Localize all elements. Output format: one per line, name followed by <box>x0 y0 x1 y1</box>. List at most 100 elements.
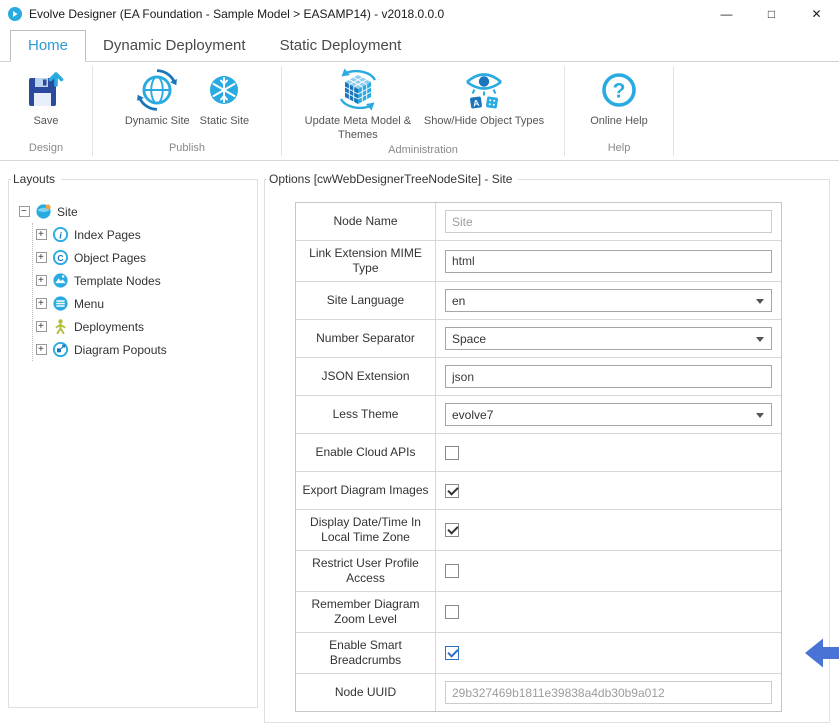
display-datetime-checkbox[interactable] <box>445 523 459 537</box>
export-diagram-images-row: Export Diagram Images <box>296 472 781 510</box>
layouts-panel: Layouts Site i Index Pages <box>8 179 258 708</box>
select-value: Space <box>452 332 486 346</box>
number-separator-label: Number Separator <box>296 320 436 357</box>
tree-item-object-pages[interactable]: C Object Pages <box>36 246 247 269</box>
static-site-button[interactable]: Static Site <box>196 65 254 130</box>
tree-item-site[interactable]: Site <box>19 200 247 223</box>
ribbon-group-help: ? Online Help Help <box>565 62 673 160</box>
svg-text:i: i <box>59 231 62 241</box>
site-children: i Index Pages C Object Pages Tem <box>32 223 247 361</box>
question-icon: ? <box>597 66 641 114</box>
diagram-popouts-icon <box>52 341 69 358</box>
number-separator-select[interactable]: Space <box>445 327 772 350</box>
ribbon-button-label: Online Help <box>590 115 647 129</box>
window-controls: — □ ✕ <box>704 0 839 28</box>
json-extension-label: JSON Extension <box>296 358 436 395</box>
select-value: en <box>452 294 465 308</box>
site-language-select[interactable]: en <box>445 289 772 312</box>
json-extension-input[interactable] <box>445 365 772 388</box>
maximize-button[interactable]: □ <box>749 0 794 28</box>
expand-icon[interactable] <box>36 229 47 240</box>
expand-icon[interactable] <box>36 298 47 309</box>
layouts-tree: Site i Index Pages C Object Pages <box>17 196 249 365</box>
tree-item-diagram-popouts[interactable]: Diagram Popouts <box>36 338 247 361</box>
collapse-icon[interactable] <box>19 206 30 217</box>
show-hide-object-types-button[interactable]: A Show/Hide Object Types <box>420 65 548 130</box>
object-pages-icon: C <box>52 249 69 266</box>
save-icon <box>26 66 66 114</box>
svg-text:?: ? <box>613 80 626 103</box>
ribbon-group-publish: Dynamic Site Static Site <box>93 62 281 160</box>
tree-item-label: Index Pages <box>74 228 141 242</box>
ribbon-button-label: Static Site <box>200 115 250 129</box>
tree-item-label: Object Pages <box>74 251 146 265</box>
tab-dynamic-deployment[interactable]: Dynamic Deployment <box>86 31 263 61</box>
remember-zoom-row: Remember Diagram Zoom Level <box>296 592 781 633</box>
deployments-icon <box>52 318 69 335</box>
index-pages-icon: i <box>52 226 69 243</box>
window-title: Evolve Designer (EA Foundation - Sample … <box>29 7 444 21</box>
remember-zoom-checkbox[interactable] <box>445 605 459 619</box>
node-uuid-input[interactable] <box>445 681 772 704</box>
globe-icon <box>134 66 180 114</box>
svg-text:C: C <box>57 253 63 263</box>
display-datetime-label: Display Date/Time In Local Time Zone <box>296 510 436 550</box>
chevron-down-icon <box>756 299 764 304</box>
json-extension-row: JSON Extension <box>296 358 781 396</box>
restrict-user-profile-checkbox[interactable] <box>445 564 459 578</box>
remember-zoom-label: Remember Diagram Zoom Level <box>296 592 436 632</box>
expand-icon[interactable] <box>36 275 47 286</box>
tree-item-template-nodes[interactable]: Template Nodes <box>36 269 247 292</box>
group-label-help: Help <box>565 142 673 160</box>
enable-cloud-apis-row: Enable Cloud APIs <box>296 434 781 472</box>
smart-breadcrumbs-row: Enable Smart Breadcrumbs <box>296 633 781 674</box>
tab-static-deployment[interactable]: Static Deployment <box>263 31 419 61</box>
mime-type-row: Link Extension MIME Type <box>296 241 781 282</box>
expand-icon[interactable] <box>36 344 47 355</box>
cube-icon <box>334 66 382 114</box>
ribbon-separator <box>673 66 674 156</box>
tree-item-menu[interactable]: Menu <box>36 292 247 315</box>
mime-type-input[interactable] <box>445 250 772 273</box>
annotation-arrow-icon <box>805 638 839 669</box>
ribbon-button-label: Show/Hide Object Types <box>424 115 544 129</box>
options-form: Node Name Link Extension MIME Type Site … <box>295 202 782 712</box>
online-help-button[interactable]: ? Online Help <box>586 65 651 130</box>
update-meta-model-button[interactable]: Update Meta Model & Themes <box>298 65 418 144</box>
tab-home[interactable]: Home <box>10 30 86 62</box>
node-name-input[interactable] <box>445 210 772 233</box>
snowflake-icon <box>202 66 246 114</box>
site-icon <box>35 203 52 220</box>
expand-icon[interactable] <box>36 252 47 263</box>
chevron-down-icon <box>756 337 764 342</box>
tree-item-label: Diagram Popouts <box>74 343 167 357</box>
smart-breadcrumbs-label: Enable Smart Breadcrumbs <box>296 633 436 673</box>
less-theme-select[interactable]: evolve7 <box>445 403 772 426</box>
app-icon <box>7 6 23 22</box>
layouts-panel-title: Layouts <box>11 172 61 186</box>
group-label-design: Design <box>0 142 92 160</box>
site-language-label: Site Language <box>296 282 436 319</box>
less-theme-row: Less Theme evolve7 <box>296 396 781 434</box>
select-value: evolve7 <box>452 408 493 422</box>
tree-item-deployments[interactable]: Deployments <box>36 315 247 338</box>
close-button[interactable]: ✕ <box>794 0 839 28</box>
tree-item-label: Deployments <box>74 320 144 334</box>
export-diagram-images-checkbox[interactable] <box>445 484 459 498</box>
tree-item-label: Menu <box>74 297 104 311</box>
enable-cloud-apis-label: Enable Cloud APIs <box>296 434 436 471</box>
restrict-user-profile-row: Restrict User Profile Access <box>296 551 781 592</box>
main-content: Layouts Site i Index Pages <box>0 161 839 723</box>
tree-item-index-pages[interactable]: i Index Pages <box>36 223 247 246</box>
menu-icon <box>52 295 69 312</box>
options-panel: Options [cwWebDesignerTreeNodeSite] - Si… <box>264 179 830 723</box>
dynamic-site-button[interactable]: Dynamic Site <box>121 65 194 130</box>
smart-breadcrumbs-checkbox[interactable] <box>445 646 459 660</box>
save-button[interactable]: Save <box>22 65 70 130</box>
enable-cloud-apis-checkbox[interactable] <box>445 446 459 460</box>
expand-icon[interactable] <box>36 321 47 332</box>
mime-type-label: Link Extension MIME Type <box>296 241 436 281</box>
minimize-button[interactable]: — <box>704 0 749 28</box>
node-uuid-label: Node UUID <box>296 674 436 711</box>
export-diagram-images-label: Export Diagram Images <box>296 472 436 509</box>
